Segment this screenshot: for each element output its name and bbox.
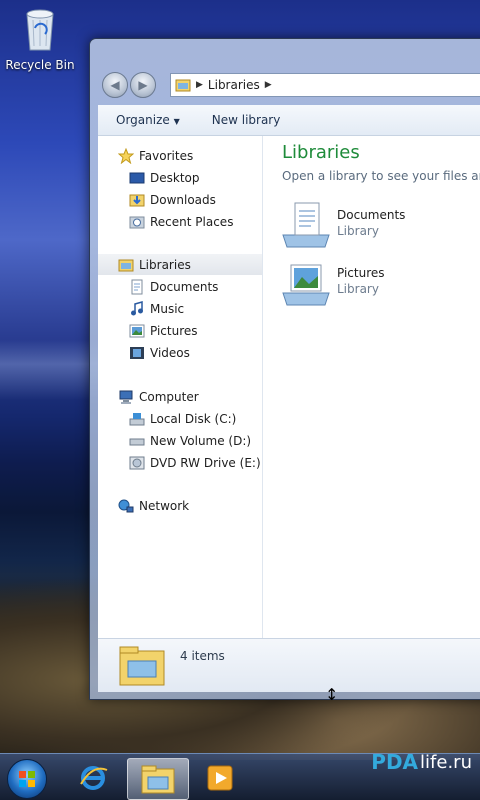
nav-favorites[interactable]: Favorites	[117, 145, 194, 166]
new-library-button[interactable]: New library	[204, 110, 289, 130]
breadcrumb-chevron-icon[interactable]: ▶	[265, 80, 272, 90]
library-type: Library	[337, 282, 379, 296]
nav-item-music[interactable]: Music	[129, 298, 184, 319]
libraries-large-icon	[118, 643, 166, 692]
nav-network[interactable]: Network	[118, 495, 189, 516]
address-bar[interactable]: ▶ Libraries ▶	[170, 73, 480, 97]
start-button[interactable]	[7, 759, 47, 799]
documents-library-icon	[281, 199, 331, 249]
watermark-suffix: life.ru	[420, 751, 472, 773]
nav-item-label: Music	[150, 301, 185, 316]
nav-item-documents[interactable]: Documents	[129, 276, 218, 297]
nav-item-label: Desktop	[150, 170, 200, 185]
internet-explorer-icon	[80, 766, 108, 790]
taskbar-windows-explorer[interactable]	[127, 758, 189, 800]
recycle-bin-label: Recycle Bin	[5, 58, 75, 72]
explorer-window: ◀ ▶ ▶ Libraries ▶ Organize ▼ New library…	[89, 38, 480, 704]
arrow-right-icon: ▶	[138, 78, 148, 92]
library-item-pictures[interactable]: Pictures Library	[281, 257, 385, 307]
drive-icon	[129, 411, 145, 427]
forward-button[interactable]: ▶	[130, 72, 156, 98]
documents-icon	[129, 279, 145, 295]
nav-item-label: New Volume (D:)	[150, 433, 252, 448]
dvd-drive-icon	[129, 455, 145, 471]
recent-places-icon	[129, 214, 145, 230]
nav-item-label: Recent Places	[150, 214, 234, 229]
pictures-icon	[129, 323, 145, 339]
library-name: Pictures	[337, 266, 385, 280]
pictures-library-icon	[281, 257, 331, 307]
command-bar: Organize ▼ New library	[98, 105, 480, 136]
windows-logo-icon	[19, 771, 35, 787]
library-name: Documents	[337, 208, 406, 222]
nav-computer[interactable]: Computer	[118, 386, 199, 407]
downloads-icon	[129, 192, 145, 208]
item-count: 4 items	[180, 649, 225, 663]
nav-network-label: Network	[139, 498, 190, 513]
desktop-icon	[129, 170, 145, 186]
drive-icon	[129, 433, 145, 449]
computer-icon	[118, 389, 134, 405]
page-subtitle: Open a library to see your files and a	[282, 169, 480, 183]
nav-item-recent-places[interactable]: Recent Places	[129, 211, 233, 232]
libraries-icon	[175, 77, 191, 93]
nav-item-label: Videos	[150, 345, 190, 360]
resize-cursor-icon: ↕	[325, 685, 339, 704]
new-library-label: New library	[211, 113, 281, 127]
nav-item-dvd-drive[interactable]: DVD RW Drive (E:) O	[129, 452, 274, 473]
folder-icon	[141, 765, 175, 794]
nav-item-new-volume[interactable]: New Volume (D:)	[129, 430, 251, 451]
navigation-pane: Favorites Desktop Downloads Recent Place…	[98, 136, 274, 639]
library-item-documents[interactable]: Documents Library	[281, 199, 405, 249]
details-pane: 4 items	[98, 638, 480, 692]
nav-item-downloads[interactable]: Downloads	[129, 189, 216, 210]
library-type: Library	[337, 224, 379, 238]
nav-item-videos[interactable]: Videos	[129, 342, 190, 363]
videos-icon	[129, 345, 145, 361]
music-icon	[129, 300, 145, 317]
recycle-bin-shortcut[interactable]: Recycle Bin	[4, 6, 76, 72]
watermark-brand: PDA	[371, 750, 419, 774]
organize-button[interactable]: Organize ▼	[108, 110, 188, 130]
nav-item-local-disk[interactable]: Local Disk (C:)	[129, 408, 236, 429]
breadcrumb-separator-icon: ▶	[196, 80, 203, 90]
taskbar-media-player[interactable]	[193, 758, 247, 798]
network-icon	[118, 498, 134, 514]
nav-libraries-label: Libraries	[139, 257, 191, 272]
back-button[interactable]: ◀	[102, 72, 128, 98]
organize-label: Organize	[116, 113, 170, 127]
arrow-left-icon: ◀	[110, 78, 120, 92]
chevron-down-icon: ▼	[173, 117, 180, 126]
desktop: Recycle Bin ◀ ▶ ▶ Libraries ▶ Organize ▼…	[0, 0, 480, 800]
nav-item-label: Local Disk (C:)	[150, 411, 237, 426]
media-player-icon	[207, 765, 233, 791]
recycle-bin-icon	[23, 6, 57, 52]
star-icon	[117, 147, 135, 164]
page-title: Libraries	[282, 142, 360, 163]
nav-item-label: DVD RW Drive (E:) O	[150, 455, 274, 470]
nav-item-label: Documents	[150, 279, 219, 294]
nav-item-label: Pictures	[150, 323, 198, 338]
taskbar-internet-explorer[interactable]	[66, 758, 120, 798]
nav-libraries[interactable]: Libraries	[98, 254, 262, 275]
breadcrumb-libraries[interactable]: Libraries	[208, 78, 260, 92]
nav-favorites-label: Favorites	[139, 148, 194, 163]
nav-item-label: Downloads	[150, 192, 216, 207]
libraries-icon	[118, 257, 134, 273]
nav-item-pictures[interactable]: Pictures	[129, 320, 198, 341]
watermark-logo: PDA life.ru	[371, 750, 472, 774]
nav-item-desktop[interactable]: Desktop	[129, 167, 200, 188]
content-pane: Libraries Open a library to see your fil…	[263, 136, 480, 639]
nav-computer-label: Computer	[139, 389, 199, 404]
